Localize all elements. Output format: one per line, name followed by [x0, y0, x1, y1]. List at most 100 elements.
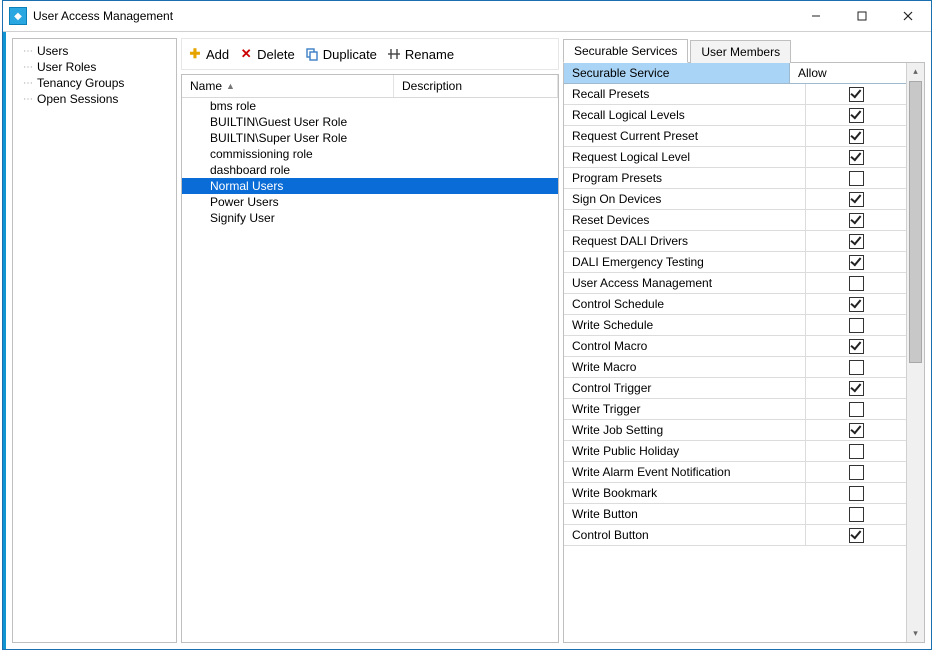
service-row: Request Current Preset — [564, 126, 906, 147]
scroll-thumb[interactable] — [909, 81, 922, 363]
nav-item[interactable]: ⋯User Roles — [15, 59, 174, 75]
close-button[interactable] — [885, 1, 931, 31]
service-allow-cell — [806, 273, 906, 293]
service-allow-cell — [806, 105, 906, 125]
scroll-down-icon[interactable]: ▾ — [907, 625, 924, 642]
role-name: bms role — [210, 98, 385, 114]
service-allow-cell — [806, 336, 906, 356]
toolbar: ✚ Add ✕ Delete Duplicate R — [181, 38, 559, 70]
minimize-button[interactable] — [793, 1, 839, 31]
maximize-button[interactable] — [839, 1, 885, 31]
service-allow-cell — [806, 252, 906, 272]
allow-checkbox[interactable] — [849, 465, 864, 480]
role-row[interactable]: Power Users — [182, 194, 558, 210]
allow-checkbox[interactable] — [849, 276, 864, 291]
delete-icon: ✕ — [239, 47, 253, 61]
roles-column-description[interactable]: Description — [394, 75, 558, 97]
allow-checkbox[interactable] — [849, 444, 864, 459]
nav-item[interactable]: ⋯Tenancy Groups — [15, 75, 174, 91]
services-column-allow[interactable]: Allow — [790, 63, 906, 83]
services-scrollbar[interactable]: ▴ ▾ — [906, 63, 924, 642]
role-name: BUILTIN\Guest User Role — [210, 114, 385, 130]
service-row: Sign On Devices — [564, 189, 906, 210]
service-name: Write Alarm Event Notification — [564, 462, 806, 482]
services-column-name[interactable]: Securable Service — [564, 63, 790, 83]
service-allow-cell — [806, 126, 906, 146]
service-name: Recall Presets — [564, 84, 806, 104]
role-row[interactable]: Normal Users — [182, 178, 558, 194]
service-name: Write Public Holiday — [564, 441, 806, 461]
allow-checkbox[interactable] — [849, 486, 864, 501]
service-allow-cell — [806, 147, 906, 167]
role-row[interactable]: dashboard role — [182, 162, 558, 178]
service-name: Write Schedule — [564, 315, 806, 335]
tab-user-members[interactable]: User Members — [690, 40, 791, 63]
service-allow-cell — [806, 483, 906, 503]
service-name: Write Macro — [564, 357, 806, 377]
allow-checkbox[interactable] — [849, 339, 864, 354]
add-button[interactable]: ✚ Add — [188, 47, 229, 62]
allow-checkbox[interactable] — [849, 528, 864, 543]
tree-dots-icon: ⋯ — [23, 62, 33, 73]
service-allow-cell — [806, 378, 906, 398]
service-row: Recall Presets — [564, 84, 906, 105]
sort-asc-icon: ▲ — [226, 81, 235, 91]
service-name: Write Trigger — [564, 399, 806, 419]
rename-button[interactable]: Rename — [387, 47, 454, 62]
services-header: Securable Service Allow — [564, 63, 906, 84]
service-name: User Access Management — [564, 273, 806, 293]
window-body: ⋯Users⋯User Roles⋯Tenancy Groups⋯Open Se… — [3, 32, 931, 649]
service-name: Control Button — [564, 525, 806, 545]
roles-column-name[interactable]: Name ▲ — [182, 75, 394, 97]
service-name: Write Button — [564, 504, 806, 524]
allow-checkbox[interactable] — [849, 507, 864, 522]
nav-item[interactable]: ⋯Users — [15, 43, 174, 59]
nav-panel: ⋯Users⋯User Roles⋯Tenancy Groups⋯Open Se… — [12, 38, 177, 643]
service-row: Write Schedule — [564, 315, 906, 336]
roles-body: bms roleBUILTIN\Guest User RoleBUILTIN\S… — [182, 98, 558, 642]
allow-checkbox[interactable] — [849, 171, 864, 186]
allow-checkbox[interactable] — [849, 297, 864, 312]
nav-item-label: Users — [37, 44, 68, 58]
role-name: Signify User — [210, 210, 385, 226]
duplicate-button[interactable]: Duplicate — [305, 47, 377, 62]
allow-checkbox[interactable] — [849, 234, 864, 249]
role-name: Normal Users — [210, 178, 385, 194]
role-description — [385, 178, 558, 194]
allow-checkbox[interactable] — [849, 318, 864, 333]
services-body: Recall PresetsRecall Logical LevelsReque… — [564, 84, 906, 642]
service-allow-cell — [806, 315, 906, 335]
allow-checkbox[interactable] — [849, 423, 864, 438]
role-row[interactable]: bms role — [182, 98, 558, 114]
allow-checkbox[interactable] — [849, 108, 864, 123]
nav-item[interactable]: ⋯Open Sessions — [15, 91, 174, 107]
service-row: Control Button — [564, 525, 906, 546]
service-row: Control Trigger — [564, 378, 906, 399]
service-name: Request Logical Level — [564, 147, 806, 167]
allow-checkbox[interactable] — [849, 192, 864, 207]
role-row[interactable]: BUILTIN\Super User Role — [182, 130, 558, 146]
allow-checkbox[interactable] — [849, 87, 864, 102]
service-row: Control Schedule — [564, 294, 906, 315]
allow-checkbox[interactable] — [849, 129, 864, 144]
role-name: Power Users — [210, 194, 385, 210]
service-allow-cell — [806, 294, 906, 314]
service-allow-cell — [806, 462, 906, 482]
role-row[interactable]: BUILTIN\Guest User Role — [182, 114, 558, 130]
allow-checkbox[interactable] — [849, 360, 864, 375]
scroll-up-icon[interactable]: ▴ — [907, 63, 924, 80]
allow-checkbox[interactable] — [849, 255, 864, 270]
service-allow-cell — [806, 189, 906, 209]
allow-checkbox[interactable] — [849, 150, 864, 165]
service-row: Control Macro — [564, 336, 906, 357]
delete-button[interactable]: ✕ Delete — [239, 47, 295, 62]
tab-securable-services[interactable]: Securable Services — [563, 39, 688, 63]
role-row[interactable]: commissioning role — [182, 146, 558, 162]
allow-checkbox[interactable] — [849, 213, 864, 228]
role-row[interactable]: Signify User — [182, 210, 558, 226]
allow-checkbox[interactable] — [849, 381, 864, 396]
services-table: Securable Service Allow Recall PresetsRe… — [564, 63, 906, 642]
center-panel: ✚ Add ✕ Delete Duplicate R — [181, 38, 559, 643]
allow-checkbox[interactable] — [849, 402, 864, 417]
service-name: Sign On Devices — [564, 189, 806, 209]
